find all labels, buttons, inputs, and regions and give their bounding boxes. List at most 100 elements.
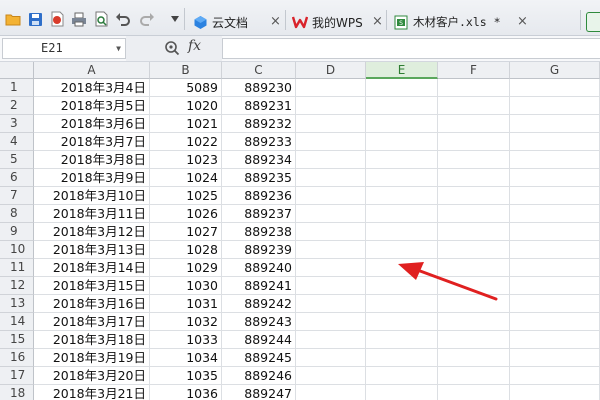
- cell-b9[interactable]: 1027: [150, 223, 222, 241]
- row-header[interactable]: 12: [0, 277, 34, 295]
- cell-d12[interactable]: [296, 277, 366, 295]
- cell-c6[interactable]: 889235: [222, 169, 296, 187]
- cell-d7[interactable]: [296, 187, 366, 205]
- row-header[interactable]: 4: [0, 133, 34, 151]
- cell-g15[interactable]: [510, 331, 600, 349]
- column-header-a[interactable]: A: [34, 62, 150, 79]
- cell-d5[interactable]: [296, 151, 366, 169]
- cell-e17[interactable]: [366, 367, 438, 385]
- cell-c9[interactable]: 889238: [222, 223, 296, 241]
- cell-c7[interactable]: 889236: [222, 187, 296, 205]
- tab-my-wps[interactable]: 我的WPS ×: [292, 8, 383, 36]
- cell-b14[interactable]: 1032: [150, 313, 222, 331]
- cell-f7[interactable]: [438, 187, 510, 205]
- cell-f16[interactable]: [438, 349, 510, 367]
- cell-f17[interactable]: [438, 367, 510, 385]
- cell-c16[interactable]: 889245: [222, 349, 296, 367]
- cell-e12[interactable]: [366, 277, 438, 295]
- cell-d4[interactable]: [296, 133, 366, 151]
- cell-g2[interactable]: [510, 97, 600, 115]
- cell-e14[interactable]: [366, 313, 438, 331]
- cell-a18[interactable]: 2018年3月21日: [34, 385, 150, 400]
- cell-a7[interactable]: 2018年3月10日: [34, 187, 150, 205]
- undo-icon[interactable]: [114, 10, 132, 28]
- column-header-c[interactable]: C: [222, 62, 296, 79]
- cell-g14[interactable]: [510, 313, 600, 331]
- chevron-down-icon[interactable]: ▼: [116, 39, 121, 58]
- open-folder-icon[interactable]: [4, 10, 22, 28]
- formula-input[interactable]: [222, 38, 600, 59]
- cell-b13[interactable]: 1031: [150, 295, 222, 313]
- cell-f3[interactable]: [438, 115, 510, 133]
- cell-b12[interactable]: 1030: [150, 277, 222, 295]
- cell-e7[interactable]: [366, 187, 438, 205]
- cell-b2[interactable]: 1020: [150, 97, 222, 115]
- cell-d11[interactable]: [296, 259, 366, 277]
- cell-b4[interactable]: 1022: [150, 133, 222, 151]
- select-all-corner[interactable]: [0, 62, 34, 79]
- cell-d15[interactable]: [296, 331, 366, 349]
- cell-b7[interactable]: 1025: [150, 187, 222, 205]
- cell-c2[interactable]: 889231: [222, 97, 296, 115]
- cell-g1[interactable]: [510, 79, 600, 97]
- cell-b11[interactable]: 1029: [150, 259, 222, 277]
- export-pdf-icon[interactable]: [48, 10, 66, 28]
- cell-b17[interactable]: 1035: [150, 367, 222, 385]
- cell-b6[interactable]: 1024: [150, 169, 222, 187]
- cell-e2[interactable]: [366, 97, 438, 115]
- cell-b8[interactable]: 1026: [150, 205, 222, 223]
- cell-c18[interactable]: 889247: [222, 385, 296, 400]
- cell-a6[interactable]: 2018年3月9日: [34, 169, 150, 187]
- cell-c11[interactable]: 889240: [222, 259, 296, 277]
- cell-d18[interactable]: [296, 385, 366, 400]
- cell-f5[interactable]: [438, 151, 510, 169]
- column-header-g[interactable]: G: [510, 62, 600, 79]
- cell-a12[interactable]: 2018年3月15日: [34, 277, 150, 295]
- close-tab-icon[interactable]: ×: [270, 14, 281, 29]
- cell-g5[interactable]: [510, 151, 600, 169]
- close-tab-icon[interactable]: ×: [517, 14, 528, 29]
- cell-f1[interactable]: [438, 79, 510, 97]
- row-header[interactable]: 10: [0, 241, 34, 259]
- cell-e8[interactable]: [366, 205, 438, 223]
- cell-g3[interactable]: [510, 115, 600, 133]
- redo-icon[interactable]: [138, 10, 156, 28]
- cell-d16[interactable]: [296, 349, 366, 367]
- row-header[interactable]: 2: [0, 97, 34, 115]
- row-header[interactable]: 16: [0, 349, 34, 367]
- cell-g18[interactable]: [510, 385, 600, 400]
- cell-b18[interactable]: 1036: [150, 385, 222, 400]
- row-header[interactable]: 6: [0, 169, 34, 187]
- column-header-e[interactable]: E: [366, 62, 438, 79]
- cell-f8[interactable]: [438, 205, 510, 223]
- cell-a2[interactable]: 2018年3月5日: [34, 97, 150, 115]
- cell-c3[interactable]: 889232: [222, 115, 296, 133]
- cell-a10[interactable]: 2018年3月13日: [34, 241, 150, 259]
- cell-a5[interactable]: 2018年3月8日: [34, 151, 150, 169]
- row-header[interactable]: 14: [0, 313, 34, 331]
- cell-e5[interactable]: [366, 151, 438, 169]
- row-header[interactable]: 8: [0, 205, 34, 223]
- row-header[interactable]: 7: [0, 187, 34, 205]
- cell-e6[interactable]: [366, 169, 438, 187]
- cell-a17[interactable]: 2018年3月20日: [34, 367, 150, 385]
- cell-c10[interactable]: 889239: [222, 241, 296, 259]
- cell-g4[interactable]: [510, 133, 600, 151]
- cell-a3[interactable]: 2018年3月6日: [34, 115, 150, 133]
- cell-e15[interactable]: [366, 331, 438, 349]
- cell-g10[interactable]: [510, 241, 600, 259]
- cell-g13[interactable]: [510, 295, 600, 313]
- cell-g12[interactable]: [510, 277, 600, 295]
- cell-b5[interactable]: 1023: [150, 151, 222, 169]
- cell-f6[interactable]: [438, 169, 510, 187]
- row-header[interactable]: 13: [0, 295, 34, 313]
- cell-d10[interactable]: [296, 241, 366, 259]
- cell-f15[interactable]: [438, 331, 510, 349]
- cell-e18[interactable]: [366, 385, 438, 400]
- cell-c1[interactable]: 889230: [222, 79, 296, 97]
- insert-function-button[interactable]: fx: [188, 38, 201, 54]
- column-header-d[interactable]: D: [296, 62, 366, 79]
- cell-d17[interactable]: [296, 367, 366, 385]
- tab-spreadsheet-file[interactable]: S 木材客户.xls * ×: [393, 8, 528, 36]
- cell-g11[interactable]: [510, 259, 600, 277]
